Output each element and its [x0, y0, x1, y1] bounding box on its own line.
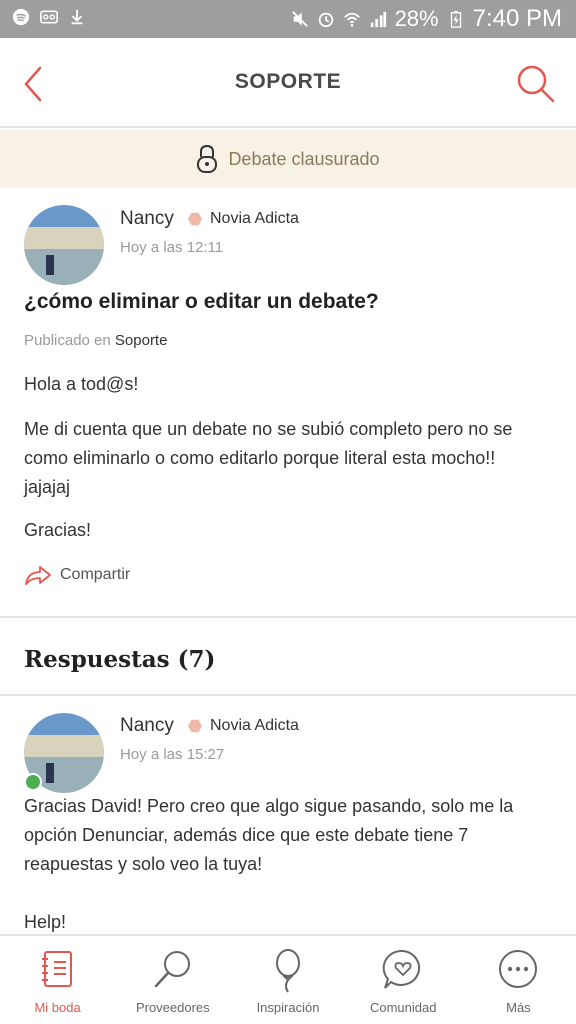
chat-heart-icon [382, 949, 421, 989]
avatar[interactable] [24, 205, 104, 285]
user-badge: Novia Adicta [188, 210, 299, 228]
user-badge: Novia Adicta [188, 717, 299, 735]
lock-icon [197, 144, 218, 173]
notebook-icon [41, 951, 72, 987]
voicemail-icon [40, 10, 58, 24]
avatar-photo [24, 205, 104, 285]
reply-timestamp: Hoy a las 15:27 [120, 746, 225, 763]
online-status-dot [24, 773, 42, 791]
published-prefix: Publicado en [24, 332, 111, 349]
battery-charging-icon [450, 10, 461, 28]
hexagon-icon [188, 719, 202, 733]
banner-text: Debate clausurado [228, 148, 380, 169]
answers-heading: Respuestas (7) [24, 646, 216, 673]
post-title: ¿cómo eliminar o editar un debate? [24, 290, 379, 313]
nav-label: Comunidad [369, 1000, 437, 1015]
author-name[interactable]: Nancy [120, 715, 174, 737]
nav-item-comunidad[interactable]: Comunidad [346, 936, 461, 1024]
search-icon [154, 951, 190, 988]
author-name[interactable]: Nancy [120, 208, 174, 230]
badge-label: Novia Adicta [210, 717, 299, 734]
download-icon [71, 9, 83, 25]
nav-label: Inspiración [256, 1000, 320, 1015]
reply-paragraph: Gracias David! Pero creo que algo sigue … [24, 796, 514, 874]
clock: 7:40 PM [472, 5, 562, 32]
share-arrow-icon [25, 566, 51, 585]
post-paragraph: Me di cuenta que un debate no se subió c… [24, 419, 513, 497]
bottom-nav: Mi boda Proveedores Inspiración Comunida… [0, 934, 576, 1024]
nav-item-mi-boda[interactable]: Mi boda [0, 936, 115, 1024]
hexagon-icon [188, 212, 202, 226]
nav-item-inspiracion[interactable]: Inspiración [230, 936, 345, 1024]
nav-label: Más [506, 1000, 531, 1015]
nav-label: Mi boda [34, 1000, 81, 1015]
post-paragraph: Gracias! [24, 520, 92, 540]
balloon-icon [276, 949, 300, 993]
nav-item-proveedores[interactable]: Proveedores [115, 936, 230, 1024]
wifi-icon [343, 12, 360, 27]
nav-label: Proveedores [135, 1000, 210, 1015]
post-timestamp: Hoy a las 12:11 [120, 239, 224, 256]
nav-item-mas[interactable]: Más [461, 936, 576, 1024]
share-button[interactable]: Compartir [24, 564, 130, 586]
reply-paragraph: Help! [24, 912, 67, 932]
signal-icon [370, 11, 386, 28]
alarm-icon [318, 12, 333, 28]
share-label: Compartir [60, 566, 131, 583]
badge-label: Novia Adicta [210, 210, 299, 227]
status-bar: 28% 7:40 PM [0, 0, 576, 38]
battery-percent: 28% [394, 6, 439, 31]
spotify-icon [12, 8, 30, 26]
mute-icon [291, 11, 308, 27]
closed-debate-banner: Debate clausurado [0, 130, 576, 188]
category-link[interactable]: Soporte [115, 332, 168, 349]
page-title: SOPORTE [234, 70, 342, 93]
published-in: Publicado en Soporte [24, 332, 167, 349]
divider [0, 694, 576, 696]
post-paragraph: Hola a tod@s! [24, 374, 139, 394]
more-icon [499, 950, 538, 988]
divider [0, 616, 576, 618]
search-icon[interactable] [514, 62, 558, 106]
app-header: SOPORTE [0, 38, 576, 128]
